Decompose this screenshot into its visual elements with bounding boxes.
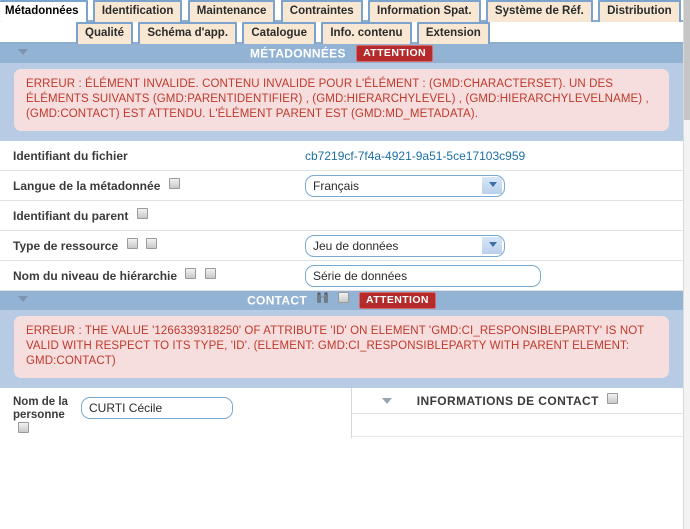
help-icon[interactable] bbox=[168, 178, 180, 189]
contact-person-column: Nom de la personne bbox=[0, 388, 352, 438]
label-person-name-text: Nom de la personne bbox=[13, 396, 68, 421]
contact-panel-header: CONTACT ATTENTION bbox=[0, 291, 683, 310]
contact-information-column: INFORMATIONS DE CONTACT bbox=[352, 388, 683, 438]
tab-distribution[interactable]: Distribution bbox=[598, 0, 681, 22]
tab-information-spatiale[interactable]: Information Spat. bbox=[368, 0, 481, 22]
info-icon[interactable] bbox=[145, 238, 157, 249]
label-person-name: Nom de la personne bbox=[13, 396, 73, 438]
metadata-panel-title: MÉTADONNÉES bbox=[250, 46, 346, 61]
label-hierarchy-level-name: Nom du niveau de hiérarchie bbox=[13, 268, 305, 283]
contact-panel-body: ERREUR : THE VALUE '1266339318250' OF AT… bbox=[0, 310, 683, 388]
field-hierarchy-level-name bbox=[305, 264, 683, 287]
contact-error-message: ERREUR : THE VALUE '1266339318250' OF AT… bbox=[14, 316, 669, 378]
metadata-language-select-wrap: Français bbox=[305, 174, 505, 197]
help-icon[interactable] bbox=[337, 292, 349, 303]
row-hierarchy-level-name: Nom du niveau de hiérarchie bbox=[0, 261, 683, 291]
resource-type-select-wrap: Jeu de données bbox=[305, 234, 505, 257]
status-badge-attention[interactable]: ATTENTION bbox=[359, 292, 436, 310]
metadata-form: Identifiant du fichier cb7219cf-7f4a-492… bbox=[0, 141, 683, 291]
scroll-content: Métadonnées Identification Maintenance C… bbox=[0, 0, 683, 529]
metadata-error-message: ERREUR : ÉLÉMENT INVALIDE. CONTENU INVAL… bbox=[14, 69, 669, 131]
tab-qualite[interactable]: Qualité bbox=[76, 22, 133, 44]
collapse-triangle-icon[interactable] bbox=[18, 296, 28, 302]
vertical-scrollbar[interactable] bbox=[683, 0, 690, 529]
tab-catalogue[interactable]: Catalogue bbox=[242, 22, 316, 44]
tab-info-contenu[interactable]: Info. contenu bbox=[321, 22, 412, 44]
contact-panel: CONTACT ATTENTION ERREUR : THE VALUE '12… bbox=[0, 291, 683, 388]
label-metadata-language-text: Langue de la métadonnée bbox=[13, 179, 161, 193]
hierarchy-level-name-input[interactable] bbox=[305, 264, 541, 287]
tab-identification[interactable]: Identification bbox=[92, 0, 183, 22]
label-file-identifier: Identifiant du fichier bbox=[13, 148, 128, 163]
status-badge-attention[interactable]: ATTENTION bbox=[356, 45, 433, 63]
collapse-triangle-icon[interactable] bbox=[382, 398, 392, 404]
tab-systeme-de-reference[interactable]: Système de Réf. bbox=[485, 0, 593, 22]
label-resource-type: Type de ressource bbox=[13, 238, 305, 253]
row-file-identifier: Identifiant du fichier cb7219cf-7f4a-492… bbox=[0, 141, 683, 171]
label-parent-identifier: Identifiant du parent bbox=[13, 208, 305, 223]
metadata-editor-window: Métadonnées Identification Maintenance C… bbox=[0, 0, 690, 529]
tab-schema-application[interactable]: Schéma d'app. bbox=[138, 22, 238, 44]
info-icon[interactable] bbox=[204, 268, 216, 279]
field-resource-type: Jeu de données bbox=[305, 234, 683, 257]
help-icon[interactable] bbox=[607, 393, 619, 404]
metadata-panel-body: ERREUR : ÉLÉMENT INVALIDE. CONTENU INVAL… bbox=[0, 63, 683, 141]
row-parent-identifier: Identifiant du parent bbox=[0, 201, 683, 231]
contact-detail-area: Nom de la personne INFORMATIONS DE CONTA… bbox=[0, 388, 683, 438]
resource-type-select[interactable]: Jeu de données bbox=[305, 234, 505, 257]
contact-information-title: INFORMATIONS DE CONTACT bbox=[416, 394, 599, 408]
scrollbar-thumb[interactable] bbox=[684, 0, 690, 120]
label-parent-identifier-text: Identifiant du parent bbox=[13, 209, 129, 223]
tab-extension[interactable]: Extension bbox=[416, 22, 490, 44]
tab-contraintes[interactable]: Contraintes bbox=[280, 0, 363, 22]
label-hierarchy-level-name-text: Nom du niveau de hiérarchie bbox=[13, 269, 178, 283]
field-metadata-language: Français bbox=[305, 174, 683, 197]
metadata-language-select[interactable]: Français bbox=[305, 174, 505, 197]
secondary-tab-bar: Qualité Schéma d'app. Catalogue Info. co… bbox=[0, 22, 683, 44]
binoculars-icon[interactable] bbox=[316, 291, 329, 310]
help-icon[interactable] bbox=[18, 422, 29, 433]
tab-maintenance[interactable]: Maintenance bbox=[187, 0, 276, 22]
row-metadata-language: Langue de la métadonnée Français bbox=[0, 171, 683, 201]
contact-information-header: INFORMATIONS DE CONTACT bbox=[352, 388, 683, 414]
contact-information-row bbox=[352, 414, 683, 437]
field-file-identifier: cb7219cf-7f4a-4921-9a51-5ce17103c959 bbox=[305, 149, 683, 163]
help-icon[interactable] bbox=[136, 208, 148, 219]
metadata-panel-header: MÉTADONNÉES ATTENTION bbox=[0, 44, 683, 63]
primary-tab-bar: Métadonnées Identification Maintenance C… bbox=[0, 0, 683, 22]
value-file-identifier: cb7219cf-7f4a-4921-9a51-5ce17103c959 bbox=[305, 148, 526, 163]
contact-panel-title: CONTACT bbox=[247, 293, 307, 308]
help-icon[interactable] bbox=[126, 238, 138, 249]
label-resource-type-text: Type de ressource bbox=[13, 239, 119, 253]
metadata-panel: MÉTADONNÉES ATTENTION ERREUR : ÉLÉMENT I… bbox=[0, 44, 683, 141]
person-name-input[interactable] bbox=[81, 397, 233, 419]
label-metadata-language: Langue de la métadonnée bbox=[13, 178, 305, 193]
tab-metadonnees[interactable]: Métadonnées bbox=[0, 0, 88, 22]
help-icon[interactable] bbox=[185, 268, 197, 279]
row-resource-type: Type de ressource Jeu de données bbox=[0, 231, 683, 261]
collapse-triangle-icon[interactable] bbox=[18, 49, 28, 55]
